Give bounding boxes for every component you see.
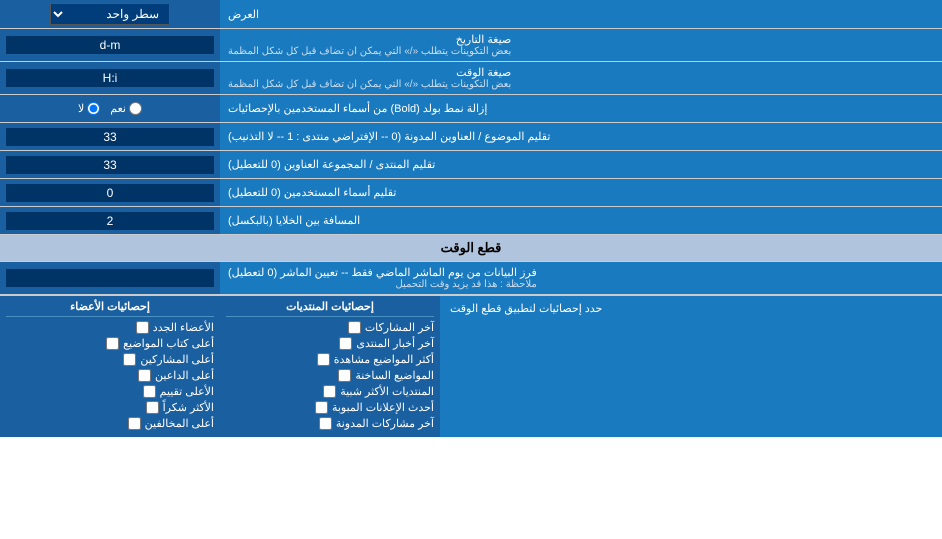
label-cells-spacing: المسافة بين الخلايا (بالبكسل): [220, 207, 942, 234]
realtime-label: فرز البيانات من يوم الماشر الماضي فقط --…: [220, 262, 942, 294]
checkbox-item: أعلى الداعين: [6, 369, 214, 382]
row-date-format: صيغة التاريخ بعض التكوينات يتطلب «/» الت…: [0, 29, 942, 62]
checkbox-item: المواضيع الساخنة: [226, 369, 434, 382]
label-usernames-trim: تقليم أسماء المستخدمين (0 للتعطيل): [220, 179, 942, 206]
display-row: العرض سطر واحد سطران ثلاثة أسطر: [0, 0, 942, 29]
members-stats-column: إحصائيات الأعضاء الأعضاء الجدد أعلى كتاب…: [0, 296, 220, 437]
checkbox-input[interactable]: [128, 417, 141, 430]
checkbox-item: أعلى المشاركين: [6, 353, 214, 366]
input-cells-spacing[interactable]: [6, 212, 214, 230]
row-forum-order: تقليم الموضوع / العناوين المدونة (0 -- ا…: [0, 123, 942, 151]
checkbox-input[interactable]: [136, 321, 149, 334]
checkbox-item: آخر المشاركات: [226, 321, 434, 334]
checkbox-input[interactable]: [319, 417, 332, 430]
col2-header: إحصائيات الأعضاء: [6, 300, 214, 317]
row-cells-spacing: المسافة بين الخلايا (بالبكسل): [0, 207, 942, 235]
input-container-forum-order: [0, 123, 220, 150]
input-container-time-format: [0, 62, 220, 94]
checkbox-item: الأكثر شكراً: [6, 401, 214, 414]
checkbox-label: أكثر المواضيع مشاهدة: [334, 353, 434, 366]
input-date-format[interactable]: [6, 36, 214, 54]
input-forum-order[interactable]: [6, 128, 214, 146]
checkbox-input[interactable]: [106, 337, 119, 350]
bottom-section: حدد إحصائيات لتطبيق قطع الوقت إحصائيات ا…: [0, 295, 942, 437]
checkbox-label: أعلى كتاب المواضيع: [123, 337, 214, 350]
checkbox-label: أعلى المشاركين: [140, 353, 214, 366]
checkbox-input[interactable]: [138, 369, 151, 382]
checkbox-label: الأعضاء الجدد: [153, 321, 214, 334]
col1-header: إحصائيات المنتديات: [226, 300, 434, 317]
checkbox-input[interactable]: [323, 385, 336, 398]
checkbox-input[interactable]: [315, 401, 328, 414]
realtime-row: فرز البيانات من يوم الماشر الماضي فقط --…: [0, 262, 942, 295]
checkbox-item: آخر أخبار المنتدى: [226, 337, 434, 350]
checkbox-input[interactable]: [317, 353, 330, 366]
display-select[interactable]: سطر واحد سطران ثلاثة أسطر: [50, 3, 170, 25]
radio-yes-bold-remove[interactable]: [129, 102, 142, 115]
radio-yes-label: نعم: [110, 102, 142, 115]
label-time-format: صيغة الوقت بعض التكوينات يتطلب «/» التي …: [220, 62, 942, 94]
radio-container-bold-remove: نعم لا: [0, 95, 220, 122]
checkbox-item: أكثر المواضيع مشاهدة: [226, 353, 434, 366]
checkbox-label: أعلى المخالفين: [145, 417, 214, 430]
checkbox-input[interactable]: [123, 353, 136, 366]
input-time-format[interactable]: [6, 69, 214, 87]
checkbox-input[interactable]: [146, 401, 159, 414]
checkbox-item: الأعضاء الجدد: [6, 321, 214, 334]
display-select-container: سطر واحد سطران ثلاثة أسطر: [0, 0, 220, 28]
row-forum-group: تقليم المنتدى / المجموعة العناوين (0 للت…: [0, 151, 942, 179]
row-bold-remove: إزالة نمط بولد (Bold) من أسماء المستخدمي…: [0, 95, 942, 123]
forums-stats-column: إحصائيات المنتديات آخر المشاركات آخر أخب…: [220, 296, 440, 437]
checkbox-label: المنتديات الأكثر شبية: [340, 385, 434, 398]
realtime-input[interactable]: 0: [6, 269, 214, 287]
checkbox-label: الأعلى تقييم: [160, 385, 214, 398]
checkbox-label: آخر أخبار المنتدى: [356, 337, 434, 350]
input-container-cells-spacing: [0, 207, 220, 234]
radio-no-label: لا: [78, 102, 100, 115]
limit-label: حدد إحصائيات لتطبيق قطع الوقت: [440, 296, 942, 437]
checkbox-label: المواضيع الساخنة: [355, 369, 434, 382]
display-label: العرض: [220, 0, 942, 28]
checkbox-item: الأعلى تقييم: [6, 385, 214, 398]
checkbox-label: أعلى الداعين: [155, 369, 214, 382]
checkbox-label: الأكثر شكراً: [163, 401, 214, 414]
checkbox-input[interactable]: [143, 385, 156, 398]
realtime-input-container: 0: [0, 262, 220, 294]
row-time-format: صيغة الوقت بعض التكوينات يتطلب «/» التي …: [0, 62, 942, 95]
checkbox-item: أحدث الإعلانات المبوبة: [226, 401, 434, 414]
checkbox-input[interactable]: [339, 337, 352, 350]
input-container-forum-group: [0, 151, 220, 178]
checkbox-item: آخر مشاركات المدونة: [226, 417, 434, 430]
input-container-usernames-trim: [0, 179, 220, 206]
realtime-section-header: قطع الوقت: [0, 235, 942, 262]
radio-no-bold-remove[interactable]: [87, 102, 100, 115]
input-forum-group[interactable]: [6, 156, 214, 174]
label-forum-group: تقليم المنتدى / المجموعة العناوين (0 للت…: [220, 151, 942, 178]
checkbox-input[interactable]: [338, 369, 351, 382]
row-usernames-trim: تقليم أسماء المستخدمين (0 للتعطيل): [0, 179, 942, 207]
label-bold-remove: إزالة نمط بولد (Bold) من أسماء المستخدمي…: [220, 95, 942, 122]
checkbox-input[interactable]: [348, 321, 361, 334]
checkbox-label: آخر المشاركات: [365, 321, 434, 334]
input-container-date-format: [0, 29, 220, 61]
label-date-format: صيغة التاريخ بعض التكوينات يتطلب «/» الت…: [220, 29, 942, 61]
input-usernames-trim[interactable]: [6, 184, 214, 202]
checkbox-label: آخر مشاركات المدونة: [336, 417, 434, 430]
checkbox-item: أعلى كتاب المواضيع: [6, 337, 214, 350]
checkbox-item: المنتديات الأكثر شبية: [226, 385, 434, 398]
checkbox-item: أعلى المخالفين: [6, 417, 214, 430]
checkbox-label: أحدث الإعلانات المبوبة: [332, 401, 434, 414]
label-forum-order: تقليم الموضوع / العناوين المدونة (0 -- ا…: [220, 123, 942, 150]
